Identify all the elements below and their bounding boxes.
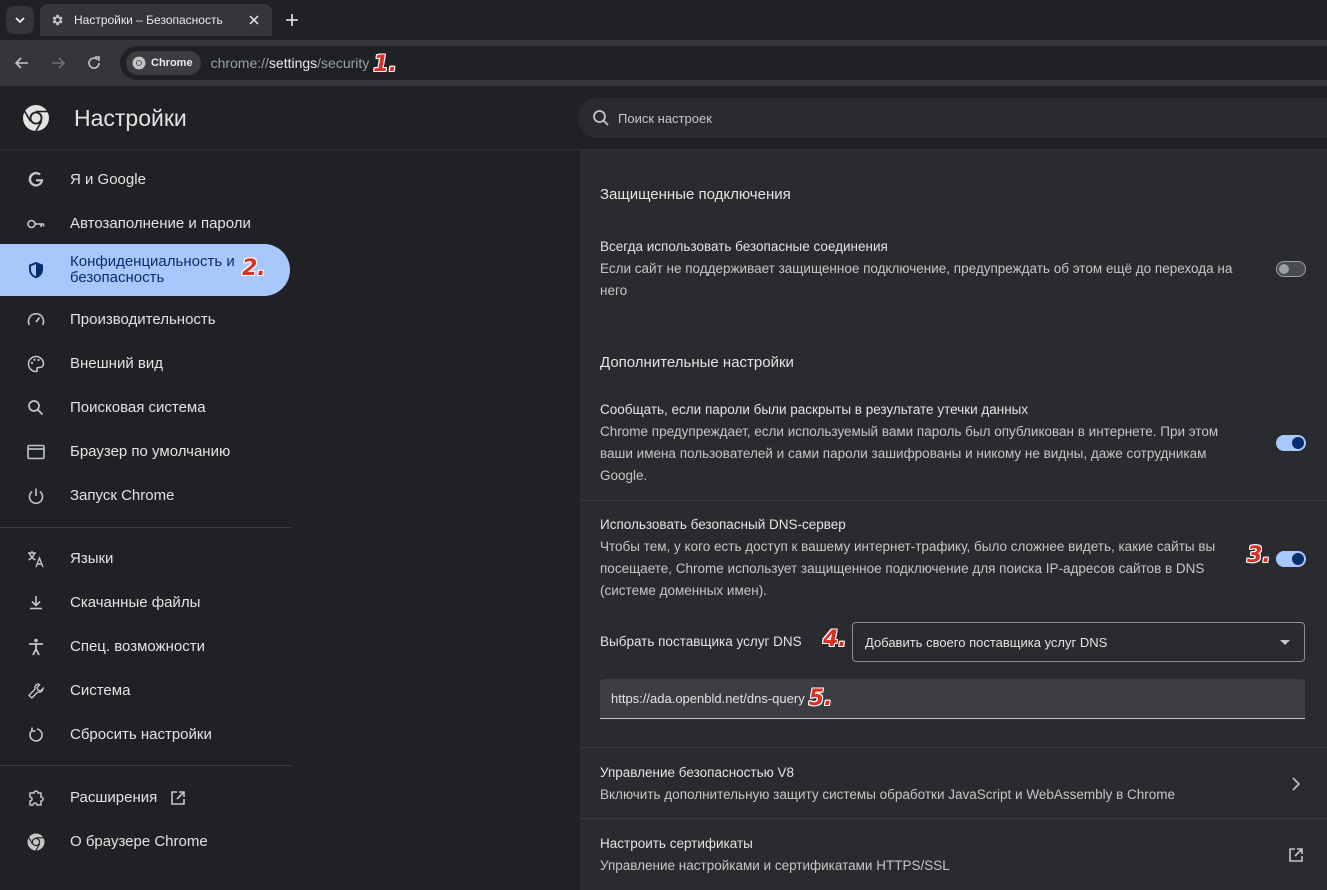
sidebar-item-accessibility[interactable]: Спец. возможности [0, 625, 290, 669]
chrome-icon [132, 56, 146, 70]
reset-icon [26, 725, 46, 745]
sidebar-divider [0, 765, 292, 766]
setting-title: Использовать безопасный DNS-сервер [600, 517, 846, 532]
page-title: Настройки [74, 105, 187, 131]
setting-title: Сообщать, если пароли были раскрыты в ре… [600, 402, 1029, 417]
sidebar-item-reset[interactable]: Сбросить настройки [0, 713, 290, 757]
speedometer-icon [26, 310, 46, 330]
annotation-marker-5: 5. [808, 686, 833, 711]
tab-search-button[interactable] [6, 6, 34, 34]
sidebar-item-languages[interactable]: Языки [0, 537, 290, 581]
setting-description: Если сайт не поддерживает защищенное под… [600, 261, 1233, 298]
puzzle-icon [26, 788, 46, 808]
external-link-icon [169, 789, 187, 807]
custom-dns-value: https://ada.openbld.net/dns-query [611, 691, 805, 706]
shield-icon [26, 260, 46, 280]
palette-icon [26, 354, 46, 374]
annotation-marker-1: 1. [373, 51, 397, 77]
tab-title: Настройки – Безопасность [74, 13, 223, 27]
key-icon [26, 214, 46, 234]
sidebar-item-default-browser[interactable]: Браузер по умолчанию [0, 430, 290, 474]
reload-button[interactable] [80, 49, 108, 77]
setting-row-secure-dns: Использовать безопасный DNS-сервер Чтобы… [600, 514, 1260, 602]
dropdown-caret-icon [1280, 639, 1290, 645]
settings-header: Настройки Поиск настроек [0, 86, 1327, 150]
forward-button[interactable] [44, 49, 72, 77]
sidebar-item-downloads[interactable]: Скачанные файлы [0, 581, 290, 625]
accessibility-icon [26, 637, 46, 657]
download-icon [26, 593, 46, 613]
sidebar-item-on-startup[interactable]: Запуск Chrome [0, 474, 290, 518]
google-icon [26, 170, 46, 190]
sidebar-item-autofill[interactable]: Автозаполнение и пароли [0, 202, 290, 246]
sidebar-item-you-and-google[interactable]: Я и Google [0, 158, 290, 202]
reload-icon [88, 56, 100, 69]
site-info-label: Chrome [151, 57, 193, 69]
settings-main-panel: Защищенные подключения Всегда использова… [580, 150, 1327, 890]
arrow-right-icon [52, 57, 66, 69]
chevron-right-icon[interactable] [1286, 774, 1306, 794]
section-title-secure-connections: Защищенные подключения [600, 186, 791, 203]
sidebar-item-appearance[interactable]: Внешний вид [0, 342, 290, 386]
chrome-logo-icon [23, 105, 49, 132]
external-link-icon[interactable] [1286, 845, 1306, 865]
search-icon [593, 110, 609, 126]
chrome-icon [26, 832, 46, 852]
row-separator [580, 500, 1327, 501]
custom-dns-input[interactable]: https://ada.openbld.net/dns-query 5. [600, 679, 1305, 719]
sidebar: Я и Google Автозаполнение и пароли Конфи… [0, 150, 578, 890]
setting-title: Управление безопасностью V8 [600, 765, 795, 780]
search-input[interactable]: Поиск настроек [578, 98, 1327, 138]
wrench-icon [26, 681, 46, 701]
annotation-marker-3: 3. [1247, 543, 1271, 568]
sidebar-item-system[interactable]: Система [0, 669, 290, 713]
row-separator [580, 818, 1327, 819]
arrow-left-icon [14, 57, 28, 69]
tab-settings[interactable]: Настройки – Безопасность [40, 4, 272, 36]
back-button[interactable] [8, 49, 36, 77]
setting-title: Всегда использовать безопасные соединени… [600, 239, 888, 254]
address-bar[interactable]: Chrome chrome://settings/security 1. [120, 46, 1327, 80]
close-icon [249, 15, 259, 25]
browser-toolbar: Chrome chrome://settings/security 1. [0, 40, 1327, 86]
browser-window-icon [26, 442, 46, 462]
row-separator [580, 747, 1327, 748]
dns-provider-select[interactable]: Добавить своего поставщика услуг DNS [852, 622, 1305, 662]
power-icon [26, 486, 46, 506]
always-https-toggle[interactable] [1276, 261, 1306, 277]
search-icon [26, 398, 46, 418]
setting-row-certificates[interactable]: Настроить сертификаты Управление настрой… [600, 833, 1300, 877]
sidebar-item-privacy-security[interactable]: Конфиденциальность и безопасность 2. [0, 244, 290, 296]
setting-description: Чтобы тем, у кого есть доступ к вашему и… [600, 539, 1216, 598]
search-placeholder: Поиск настроек [618, 110, 712, 126]
secure-dns-toggle[interactable] [1276, 551, 1306, 567]
password-leak-toggle[interactable] [1276, 435, 1306, 451]
sidebar-item-extensions[interactable]: Расширения [0, 776, 290, 820]
tab-close-button[interactable] [246, 12, 262, 28]
site-info-chip[interactable]: Chrome [126, 51, 201, 75]
annotation-marker-4: 4. [823, 627, 847, 652]
setting-row-password-leak: Сообщать, если пароли были раскрыты в ре… [600, 399, 1260, 487]
gear-icon [52, 14, 63, 26]
dns-provider-label: Выбрать поставщика услуг DNS [600, 634, 802, 649]
section-title-advanced: Дополнительные настройки [600, 354, 794, 371]
setting-row-v8-security[interactable]: Управление безопасностью V8 Включить доп… [600, 762, 1300, 806]
plus-icon [286, 14, 298, 26]
setting-title: Настроить сертификаты [600, 836, 753, 851]
dns-provider-selected: Добавить своего поставщика услуг DNS [865, 634, 1108, 650]
setting-description: Включить дополнительную защиту системы о… [600, 787, 1176, 802]
setting-description: Управление настройками и сертификатами H… [600, 858, 950, 873]
sidebar-item-about-chrome[interactable]: О браузере Chrome [0, 820, 290, 864]
sidebar-item-search-engine[interactable]: Поисковая система [0, 386, 290, 430]
annotation-marker-2: 2. [242, 256, 266, 281]
new-tab-button[interactable] [280, 8, 304, 32]
url-text: chrome://settings/security [210, 55, 370, 71]
tab-strip: Настройки – Безопасность [0, 0, 1327, 40]
translate-icon [26, 549, 46, 569]
sidebar-item-performance[interactable]: Производительность [0, 298, 290, 342]
sidebar-divider [0, 527, 292, 528]
setting-row-always-https: Всегда использовать безопасные соединени… [600, 236, 1260, 302]
chevron-down-icon [15, 17, 25, 24]
setting-description: Chrome предупреждает, если используемый … [600, 424, 1219, 483]
